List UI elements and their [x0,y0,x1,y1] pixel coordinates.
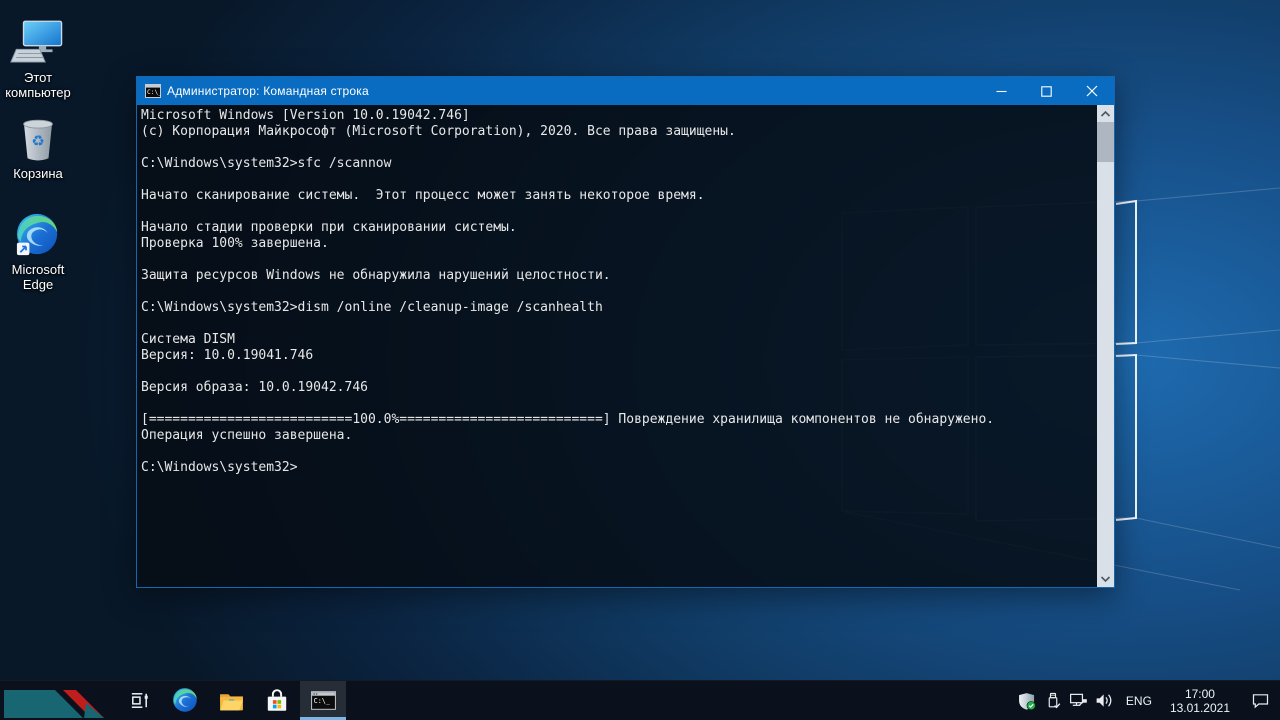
svg-text:C:\_: C:\_ [313,697,330,705]
recycle-bin-icon: ♻ [23,119,53,161]
desktop-icon-label: Microsoft Edge [11,262,65,292]
console-line: (c) Корпорация Майкрософт (Microsoft Cor… [141,124,736,139]
maximize-icon [1041,85,1052,97]
desktop-icon-label: Этот компьютер [5,70,71,100]
console-line: Защита ресурсов Windows не обнаружила на… [141,268,611,283]
svg-text:C:\_: C:\_ [147,89,161,96]
taskbar-file-explorer-button[interactable] [208,681,254,720]
console-line: Версия образа: 10.0.19042.746 [141,380,368,395]
console-line: [==========================100.0%=======… [141,412,995,427]
console-line: Microsoft Windows [Version 10.0.19042.74… [141,108,470,123]
language-indicator[interactable]: ENG [1118,694,1160,708]
edge-icon [16,213,58,256]
file-explorer-icon [219,694,243,711]
console-line: Операция успешно завершена. [141,428,353,443]
this-pc-icon [10,20,63,63]
console-line: C:\Windows\system32> [141,460,298,475]
clock-time: 17:00 [1184,686,1215,701]
close-button[interactable] [1069,77,1114,105]
console-line: C:\Windows\system32>sfc /scannow [141,156,392,171]
clock-date: 13.01.2021 [1169,700,1230,715]
scrollbar-up-button[interactable] [1097,105,1114,122]
tray-usb-button[interactable] [1040,681,1066,720]
taskbar: C:\_ ENG 17:00 13.01.2021 [0,680,1280,720]
command-prompt-icon: C:\_ [310,691,336,710]
start-button[interactable] [0,681,106,720]
window-titlebar[interactable]: C:\_ Администратор: Командная строка [137,77,1114,105]
network-icon [1070,693,1088,706]
action-center-button[interactable] [1240,681,1280,720]
desktop-icon-this-pc[interactable]: Этот компьютер [0,20,76,100]
windows-security-shield-icon [1019,692,1036,710]
tray-network-button[interactable] [1066,681,1092,720]
scrollbar-down-button[interactable] [1097,570,1114,587]
console-line: Система DISM [141,332,235,347]
volume-icon [1097,694,1112,707]
maximize-button[interactable] [1024,77,1069,105]
console-line: Начало стадии проверки при сканировании … [141,220,517,235]
svg-text:♻: ♻ [31,132,44,150]
scrollbar-thumb[interactable] [1097,122,1114,162]
cmd-window-icon: C:\_ [145,84,161,98]
console-line: C:\Windows\system32>dism /online /cleanu… [141,300,603,315]
edge-icon [172,688,197,712]
system-tray: ENG 17:00 13.01.2021 [1014,681,1280,720]
usb-eject-icon [1048,692,1061,708]
action-center-icon [1252,694,1268,709]
console-line: Версия: 10.0.19041.746 [141,348,314,363]
console-line: Начато сканирование системы. Этот процес… [141,188,705,203]
console-line: Проверка 100% завершена. [141,236,329,251]
task-view-icon [131,693,148,708]
desktop-icon-recycle-bin[interactable]: ♻ Корзина [0,116,76,181]
chevron-up-icon [1100,110,1111,117]
command-prompt-window: C:\_ Администратор: Командная строка Mic… [136,76,1115,588]
minimize-button[interactable] [979,77,1024,105]
tray-security-button[interactable] [1014,681,1040,720]
clock[interactable]: 17:00 13.01.2021 [1160,687,1240,715]
tray-volume-button[interactable] [1092,681,1118,720]
taskbar-store-button[interactable] [254,681,300,720]
scrollbar-track[interactable] [1097,162,1114,570]
taskbar-task-view-button[interactable] [116,681,162,720]
taskbar-command-prompt-button[interactable]: C:\_ [300,681,346,720]
start-button-graphic [4,690,104,718]
desktop-icon-microsoft-edge[interactable]: Microsoft Edge [0,212,76,292]
close-icon [1086,85,1097,97]
console-output[interactable]: Microsoft Windows [Version 10.0.19042.74… [137,105,1097,587]
minimize-icon [996,90,1007,92]
taskbar-edge-button[interactable] [162,681,208,720]
window-title: Администратор: Командная строка [167,84,369,98]
console-scrollbar[interactable] [1097,105,1114,587]
chevron-down-icon [1100,575,1111,582]
desktop-icon-label: Корзина [13,166,63,181]
microsoft-store-icon [267,688,287,711]
